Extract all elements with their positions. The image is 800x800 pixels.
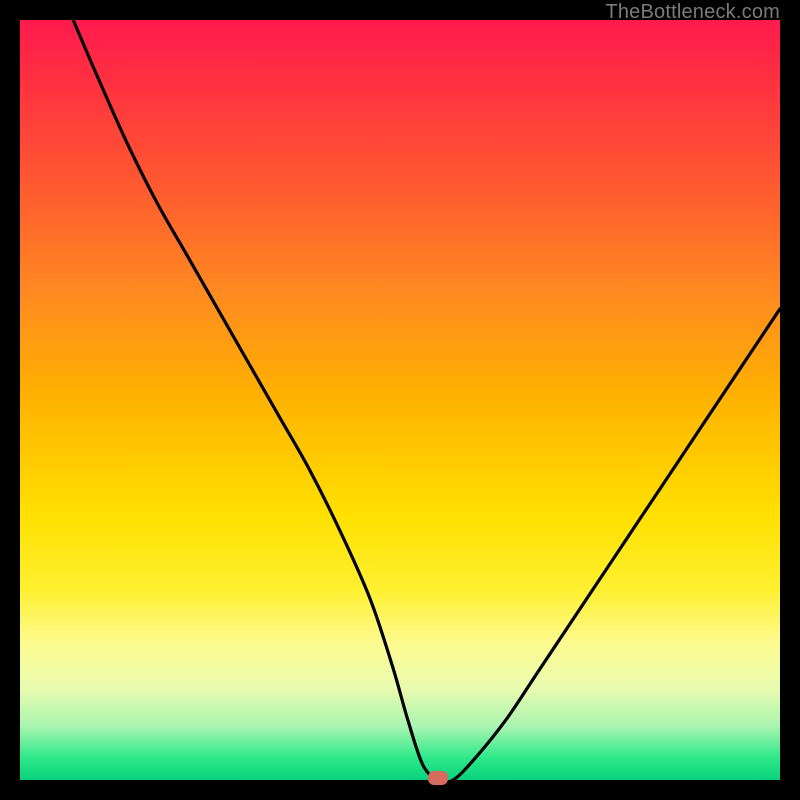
bottleneck-chart (20, 20, 780, 780)
optimal-marker (428, 771, 448, 785)
chart-frame: TheBottleneck.com (0, 0, 800, 800)
bottleneck-curve (73, 20, 780, 782)
plot-area (20, 20, 780, 780)
